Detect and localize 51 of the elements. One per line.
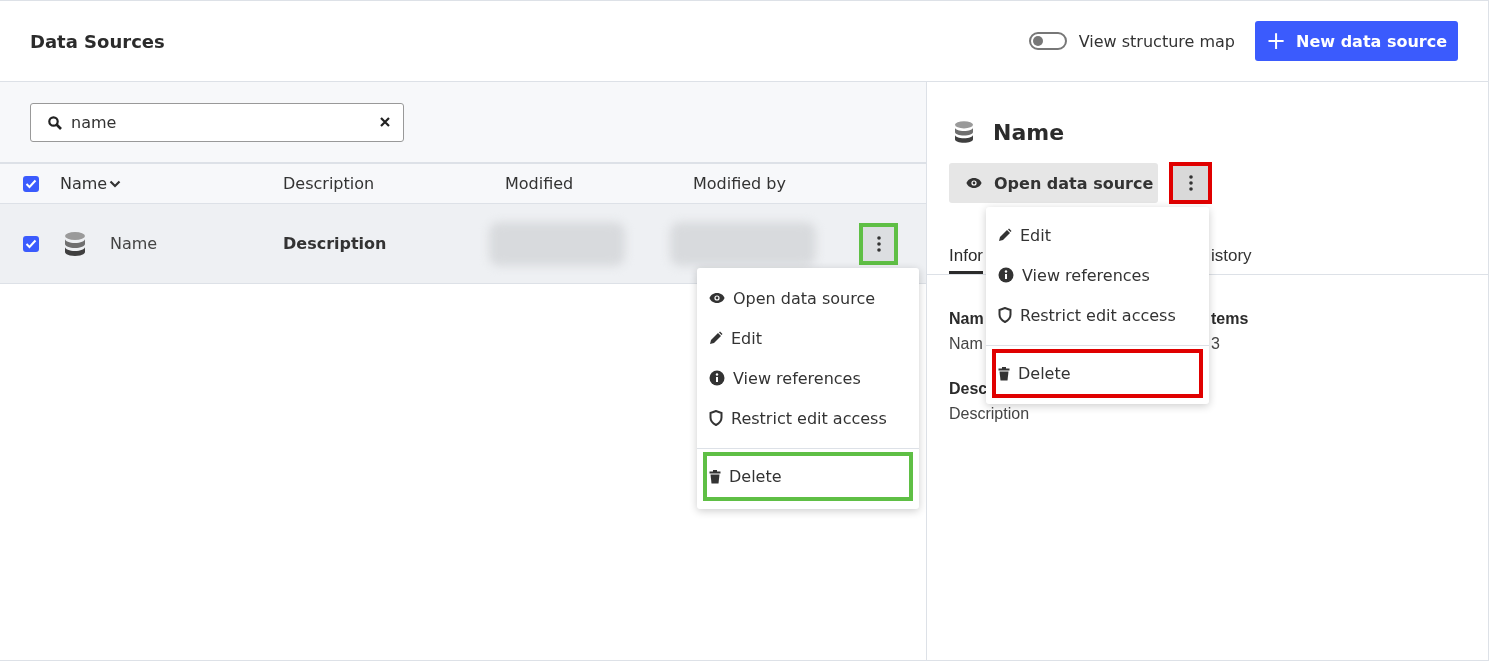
menu-item[interactable]: Edit [697,318,919,358]
column-header[interactable]: Description [283,174,375,193]
checkbox[interactable] [23,175,39,192]
column-header[interactable]: Name [60,174,122,193]
table-cell: Name [110,234,158,253]
database-icon [64,230,86,257]
table-cell: Description [283,234,387,253]
column-header[interactable]: Modified by [693,174,786,193]
column-header[interactable]: Modified [505,174,574,193]
menu-item[interactable]: View references [986,255,1209,295]
new-data-source-button[interactable]: + New data source [1255,21,1458,61]
eye-icon [966,177,982,189]
search-field[interactable]: name [30,102,404,142]
info-icon [709,370,725,386]
more-icon [1188,175,1193,191]
menu-item[interactable]: Restrict edit access [986,295,1209,335]
more-icon [876,235,881,252]
field-value: Nam [949,334,983,354]
trash-icon [709,469,721,484]
menu-item[interactable]: View references [697,358,919,398]
pencil-icon [998,228,1012,242]
tab[interactable]: Infor [949,246,984,274]
field-label: tems [1211,309,1249,329]
info-icon [998,267,1014,283]
eye-icon [709,292,725,304]
field-label: Desc [949,379,988,399]
shield-icon [998,307,1012,323]
pencil-icon [709,331,723,345]
close-icon [380,116,390,127]
table-row[interactable]: Name Description [0,204,926,284]
menu-item[interactable]: Restrict edit access [697,398,919,438]
menu-item[interactable]: Delete [703,452,913,501]
toggle-switch[interactable] [1028,32,1067,50]
shield-icon [709,410,723,426]
field-label: Nam [949,309,984,329]
field-value: 3 [1211,334,1220,354]
more-button[interactable] [1169,162,1212,204]
trash-icon [998,366,1010,381]
menu-item[interactable]: Edit [986,215,1209,255]
page-title: Data Sources [30,30,165,52]
toggle-label: View structure map [1078,31,1235,51]
open-data-source-button[interactable]: Open data source [949,163,1158,203]
chevron-down-icon [109,179,122,188]
field-value: Description [949,404,1030,424]
detail-title: Name [993,119,1065,145]
clear-button[interactable] [380,116,390,127]
database-icon [954,120,974,144]
tab[interactable]: istory [1211,246,1252,274]
more-button[interactable] [859,222,898,265]
menu-item[interactable]: Delete [992,349,1203,398]
checkbox[interactable] [23,235,39,252]
